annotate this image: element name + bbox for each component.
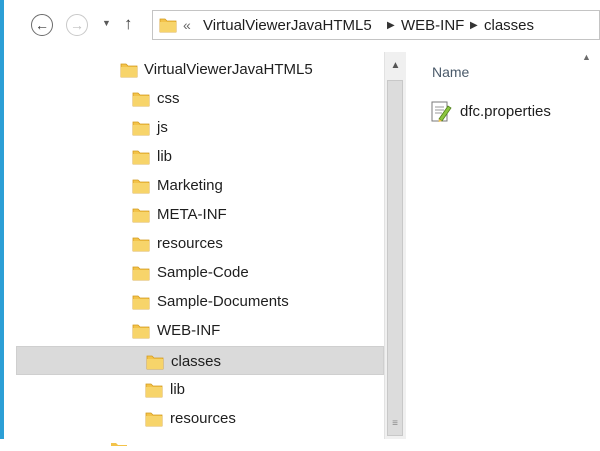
scroll-up-button[interactable]: ▲: [385, 52, 406, 78]
folder-icon: [110, 433, 128, 451]
folder-icon: [132, 119, 150, 142]
tree-item-label: Sample-Code: [157, 264, 249, 281]
tree-scrollbar[interactable]: ▲ ≡: [384, 52, 406, 439]
folder-icon: [120, 61, 138, 84]
tree-item-selected[interactable]: classes: [16, 346, 384, 375]
tree-item[interactable]: lib: [16, 375, 384, 404]
properties-file-icon: [430, 100, 452, 129]
breadcrumb-separator-icon[interactable]: ▶: [387, 20, 395, 31]
folder-icon: [145, 381, 163, 404]
tree-item-label: resources: [157, 235, 223, 252]
forward-arrow-icon: →: [70, 17, 84, 33]
breadcrumb-item[interactable]: classes: [484, 17, 534, 34]
tree-item[interactable]: Marketing: [16, 171, 384, 200]
folder-icon: [132, 293, 150, 316]
tree-item-label: META-INF: [157, 206, 227, 223]
tree-item[interactable]: META-INF: [16, 200, 384, 229]
tree-item[interactable]: WEB-INF: [16, 316, 384, 345]
tree-item[interactable]: css: [16, 84, 384, 113]
address-bar[interactable]: « VirtualViewerJavaHTML5 ▶ WEB-INF ▶ cla…: [152, 10, 600, 40]
recent-locations-dropdown[interactable]: ▼: [102, 18, 111, 28]
folder-icon: [132, 177, 150, 200]
tree-item[interactable]: resources: [16, 229, 384, 258]
folder-icon: [132, 206, 150, 229]
tree-item-label: resources: [170, 410, 236, 427]
tree-item-label: Marketing: [157, 177, 223, 194]
breadcrumb-item[interactable]: WEB-INF: [401, 17, 464, 34]
grip-icon: ≡: [392, 418, 398, 429]
file-item[interactable]: dfc.properties: [430, 100, 600, 124]
folder-icon: [132, 264, 150, 287]
chevron-down-icon: ▼: [102, 18, 111, 28]
folder-icon: [132, 235, 150, 258]
breadcrumb-separator-icon[interactable]: ▶: [470, 20, 478, 31]
tree-item[interactable]: lib: [16, 142, 384, 171]
folder-icon: [159, 16, 177, 39]
tree-item-label: lib: [170, 381, 186, 398]
tree-item-label: css: [157, 90, 180, 107]
scroll-thumb[interactable]: ≡: [387, 80, 403, 436]
tree-item[interactable]: resources: [16, 404, 384, 433]
navigation-toolbar: ← → ▼ ↑ « VirtualViewerJavaHTML5 ▶ WEB-I…: [4, 0, 600, 52]
sort-ascending-icon: ▲: [582, 52, 591, 62]
folder-icon: [132, 90, 150, 113]
tree-item[interactable]: js: [16, 113, 384, 142]
tree-item[interactable]: Sample-Code: [16, 258, 384, 287]
tree-item[interactable]: Sample-Documents: [16, 287, 384, 316]
folder-icon: [132, 322, 150, 345]
address-overflow-chevron[interactable]: «: [183, 17, 191, 33]
file-list-pane: Name ▲ dfc.properties: [406, 52, 600, 439]
tree-item[interactable]: VirtualViewerJavaHTML5: [16, 55, 384, 84]
forward-button[interactable]: →: [66, 14, 88, 36]
tree-item-label: VirtualViewerJavaHTML5: [144, 61, 313, 78]
folder-icon: [132, 148, 150, 171]
back-arrow-icon: ←: [35, 17, 49, 33]
column-header-name[interactable]: Name ▲: [406, 52, 600, 88]
back-button[interactable]: ←: [31, 14, 53, 36]
tree-item-label: Sample-Documents: [157, 293, 289, 310]
breadcrumb-item[interactable]: VirtualViewerJavaHTML5: [203, 17, 372, 34]
tree-item-label: WEB-INF: [157, 322, 221, 339]
up-arrow-icon: ↑: [124, 14, 133, 33]
tree-item-label: js: [157, 119, 168, 136]
column-header-label: Name: [432, 64, 470, 80]
tree-item-label: classes: [171, 353, 222, 370]
folder-icon: [146, 353, 164, 376]
chevron-up-icon: ▲: [390, 59, 401, 71]
up-button[interactable]: ↑: [124, 14, 133, 34]
folder-tree: VirtualViewerJavaHTML5 css js lib Market…: [4, 52, 384, 446]
tree-item-label: lib: [157, 148, 173, 165]
file-name: dfc.properties: [460, 103, 551, 120]
folder-icon: [145, 410, 163, 433]
